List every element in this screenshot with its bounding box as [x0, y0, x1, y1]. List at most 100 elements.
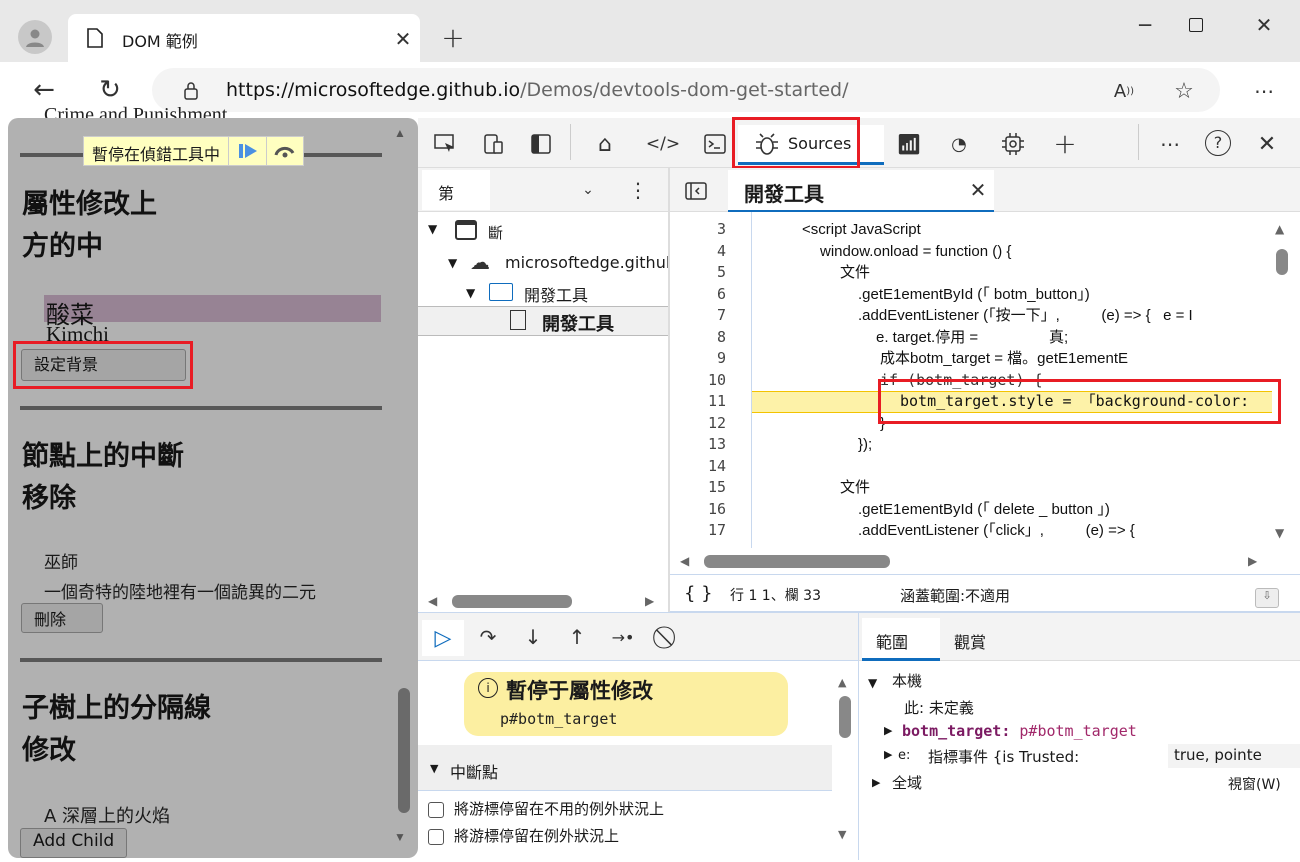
performance-icon[interactable]: ◔ — [944, 130, 974, 158]
expand-triangle-icon[interactable]: ▶ — [884, 724, 892, 737]
maximize-icon[interactable] — [1178, 10, 1214, 40]
scroll-right-icon[interactable]: ▶ — [1248, 554, 1257, 568]
close-window-icon[interactable]: ✕ — [1246, 10, 1282, 40]
expand-triangle-icon[interactable]: ▶ — [872, 776, 880, 789]
tree-item[interactable]: microsoftedge.githul — [505, 253, 668, 272]
resume-icon[interactable] — [229, 137, 268, 165]
step-over-icon[interactable]: ↷ — [474, 622, 502, 652]
expand-triangle-icon[interactable]: ▼ — [466, 286, 475, 300]
line-number[interactable]: 7 — [688, 305, 726, 326]
close-devtools-icon[interactable]: ✕ — [1252, 130, 1282, 158]
line-number[interactable]: 9 — [688, 348, 726, 369]
debugger-scrollbar[interactable] — [839, 696, 851, 738]
scope-global[interactable]: 全域 — [892, 772, 922, 793]
scope-variable[interactable]: botm_target: p#botm_target — [902, 722, 1137, 740]
expand-triangle-icon[interactable]: ▼ — [448, 256, 457, 270]
chevron-down-icon[interactable]: ⌄ — [576, 178, 600, 202]
page-scrollbar-thumb[interactable] — [398, 688, 410, 813]
line-number[interactable]: 5 — [688, 262, 726, 283]
navigator-scrollbar[interactable] — [452, 595, 572, 608]
line-number[interactable]: 8 — [688, 327, 726, 348]
read-aloud-icon[interactable]: A)) — [1108, 76, 1140, 106]
paused-target: p#botm_target — [500, 710, 618, 728]
scope-local[interactable]: 本機 — [892, 670, 922, 691]
pause-uncaught-checkbox[interactable] — [428, 802, 444, 818]
lock-icon[interactable] — [180, 80, 202, 102]
help-icon[interactable]: ? — [1203, 128, 1233, 158]
browser-tab[interactable] — [68, 14, 420, 62]
pause-caught-checkbox[interactable] — [428, 829, 444, 845]
deactivate-breakpoints-icon[interactable]: ⃠ — [654, 622, 684, 652]
editor-vscrollbar[interactable] — [1276, 249, 1288, 275]
splitter[interactable] — [668, 168, 670, 612]
add-tool-icon[interactable]: + — [1050, 127, 1080, 160]
step-out-icon[interactable]: ↑ — [564, 622, 590, 652]
url-text[interactable]: https://microsoftedge.github.io/Demos/de… — [226, 79, 849, 101]
more-vertical-icon[interactable]: ⋮ — [626, 178, 650, 202]
scroll-up-icon[interactable]: ▲ — [1275, 222, 1284, 236]
checkbox-label: 將游標停留在例外狀況上 — [454, 827, 620, 845]
tab-watch[interactable]: 觀賞 — [954, 629, 986, 653]
welcome-icon[interactable]: ⌂ — [590, 130, 620, 158]
line-number[interactable]: 3 — [688, 219, 726, 240]
line-number[interactable]: 12 — [688, 413, 726, 434]
pretty-print-icon[interactable]: { } — [684, 583, 713, 604]
step-into-icon[interactable]: ↓ — [520, 622, 546, 652]
scroll-right-icon[interactable]: ▶ — [645, 594, 654, 608]
tree-item[interactable]: 斷 — [488, 222, 503, 243]
scroll-down-icon[interactable]: ▼ — [838, 828, 846, 841]
scroll-down-icon[interactable]: ▼ — [394, 830, 406, 845]
minimize-icon[interactable]: ─ — [1125, 10, 1165, 40]
add-child-button[interactable]: Add Child — [20, 828, 128, 858]
tree-item[interactable]: 開發工具 — [524, 282, 588, 306]
back-icon[interactable]: ← — [28, 74, 60, 106]
expand-triangle-icon[interactable]: ▼ — [428, 222, 437, 236]
code-line: .getE1ementById (「 botm_button」) — [858, 285, 1090, 303]
more-icon[interactable]: ⋯ — [1155, 130, 1185, 158]
expand-triangle-icon[interactable]: ▶ — [884, 748, 892, 761]
line-number[interactable]: 6 — [688, 284, 726, 305]
line-number[interactable]: 4 — [688, 241, 726, 262]
resume-icon[interactable]: ▷ — [422, 620, 464, 656]
code-line: .addEventListener (「click」, (e) => { — [858, 522, 1135, 539]
elements-icon[interactable]: </> — [646, 130, 680, 158]
line-number[interactable]: 17 — [688, 520, 726, 541]
step-over-icon[interactable] — [267, 137, 303, 165]
line-number[interactable]: 10 — [688, 370, 726, 391]
close-icon[interactable]: ✕ — [390, 26, 416, 52]
tab-scope[interactable]: 範圍 — [862, 618, 940, 661]
scroll-left-icon[interactable]: ◀ — [428, 594, 437, 608]
editor-hscrollbar[interactable] — [704, 555, 890, 568]
scroll-down-icon[interactable]: ▼ — [1275, 526, 1284, 540]
console-icon[interactable] — [700, 130, 730, 158]
profile-icon[interactable] — [18, 20, 52, 54]
scroll-up-icon[interactable]: ▲ — [394, 126, 408, 140]
coverage-status: 涵蓋範圍:不適用 — [900, 587, 1011, 605]
close-tab-icon[interactable]: ✕ — [966, 178, 990, 202]
more-icon[interactable]: ⋯ — [1248, 76, 1280, 106]
line-number[interactable]: 15 — [688, 477, 726, 498]
new-tab-icon[interactable]: + — [438, 21, 468, 54]
section-heading: 方的中 — [22, 231, 103, 262]
line-number[interactable]: 16 — [688, 499, 726, 520]
download-icon[interactable]: ⇩ — [1255, 588, 1279, 608]
navigator-tab[interactable]: 第 — [422, 170, 490, 210]
delete-button[interactable]: 刪除 — [21, 603, 103, 633]
memory-icon[interactable] — [998, 130, 1028, 158]
refresh-icon[interactable]: ↻ — [94, 74, 126, 106]
line-number[interactable]: 11 — [688, 391, 726, 412]
favorite-icon[interactable]: ☆ — [1168, 76, 1200, 106]
scroll-left-icon[interactable]: ◀ — [680, 554, 689, 568]
toggle-navigator-icon[interactable] — [684, 180, 708, 202]
line-number[interactable]: 14 — [688, 456, 726, 477]
code-line: <script JavaScript — [802, 221, 921, 238]
line-number[interactable]: 13 — [688, 434, 726, 455]
step-icon[interactable]: →• — [608, 622, 638, 652]
expand-triangle-icon[interactable]: ▼ — [868, 676, 877, 690]
device-icon[interactable] — [478, 130, 508, 158]
network-icon[interactable]: 📶︎ — [894, 130, 924, 158]
scope-this: 此: 未定義 — [904, 699, 974, 717]
dock-icon[interactable] — [526, 130, 556, 158]
inspect-icon[interactable] — [430, 130, 460, 158]
scroll-up-icon[interactable]: ▲ — [838, 676, 846, 689]
